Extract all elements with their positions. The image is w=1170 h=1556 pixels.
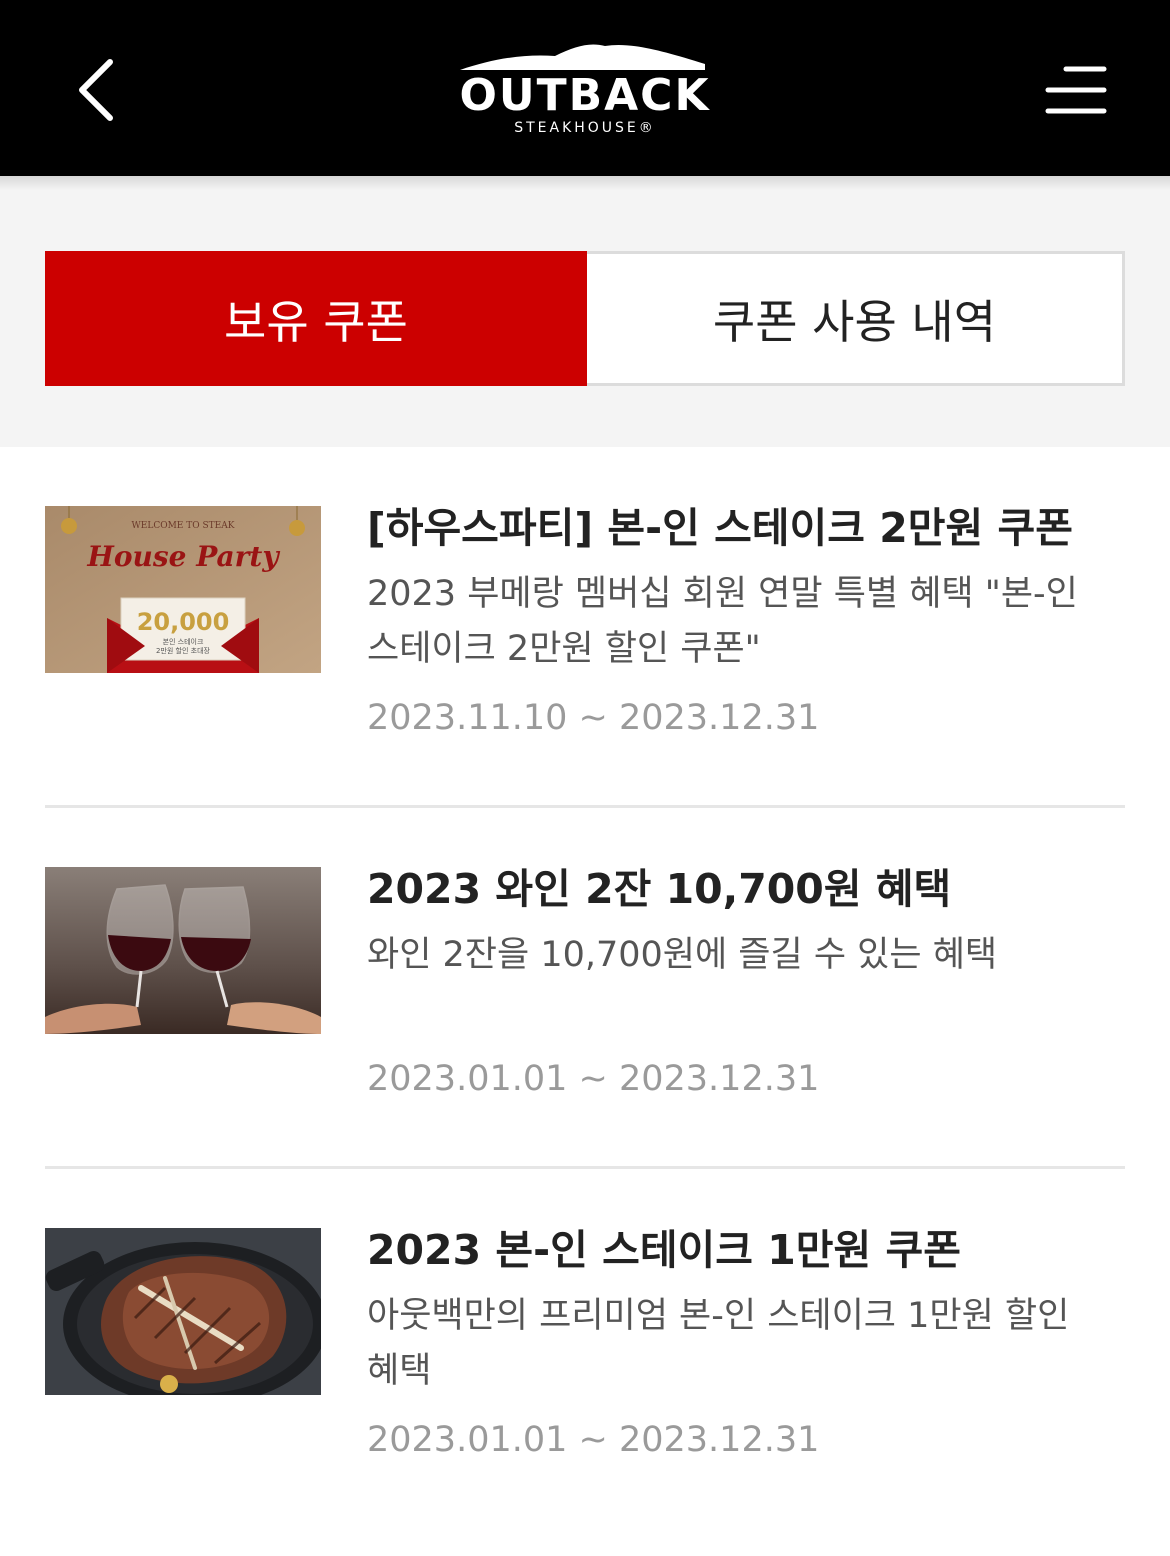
menu-button[interactable]	[1040, 60, 1110, 120]
coupon-item[interactable]: 2023 와인 2잔 10,700원 혜택 와인 2잔을 10,700원에 즐길…	[45, 808, 1125, 1169]
header-divider	[0, 176, 1170, 190]
coupon-thumbnail-bone-in-steak	[45, 1228, 321, 1395]
svg-text:2만원 할인 초대장: 2만원 할인 초대장	[156, 646, 211, 655]
coupon-period: 2023.01.01 ~ 2023.12.31	[367, 1420, 820, 1460]
chevron-left-icon	[79, 59, 113, 121]
logo-wordmark: OUTBACK	[459, 70, 711, 121]
svg-text:House Party: House Party	[86, 540, 280, 573]
ornament-icon	[61, 518, 77, 534]
back-button[interactable]	[62, 50, 132, 130]
app-header: OUTBACK STEAKHOUSE®	[0, 0, 1170, 176]
coupon-description: 와인 2잔을 10,700원에 즐길 수 있는 혜택	[367, 935, 998, 975]
svg-text:20,000: 20,000	[137, 608, 230, 636]
tab-coupon-history[interactable]: 쿠폰 사용 내역	[587, 251, 1125, 386]
tab-owned-coupons[interactable]: 보유 쿠폰	[45, 251, 587, 386]
coupon-title: 2023 와인 2잔 10,700원 혜택	[367, 865, 952, 913]
coupon-description: 아웃백만의 프리미엄 본-인 스테이크 1만원 할인 혜택	[367, 1296, 1070, 1391]
hamburger-menu-icon	[1045, 66, 1107, 114]
ornament-icon	[289, 520, 305, 536]
logo-subtitle: STEAKHOUSE®	[514, 120, 656, 136]
coupon-thumbnail-house-party: WELCOME TO STEAK House Party 20,000 본인 스…	[45, 506, 321, 673]
coupon-item[interactable]: WELCOME TO STEAK House Party 20,000 본인 스…	[45, 447, 1125, 808]
coupon-item[interactable]: 2023 본-인 스테이크 1만원 쿠폰 아웃백만의 프리미엄 본-인 스테이크…	[45, 1169, 1125, 1530]
coupon-title: [하우스파티] 본-인 스테이크 2만원 쿠폰	[367, 504, 1073, 552]
coupon-period: 2023.01.01 ~ 2023.12.31	[367, 1059, 820, 1099]
svg-text:본인 스테이크: 본인 스테이크	[163, 637, 204, 646]
coupon-description: 2023 부메랑 멤버십 회원 연말 특별 혜택 "본-인 스테이크 2만원 할…	[367, 574, 1078, 669]
coupon-thumbnail-wine-toast	[45, 867, 321, 1034]
outback-logo[interactable]: OUTBACK STEAKHOUSE®	[455, 40, 715, 140]
coupon-period: 2023.11.10 ~ 2023.12.31	[367, 698, 820, 738]
coupon-title: 2023 본-인 스테이크 1만원 쿠폰	[367, 1226, 961, 1274]
tab-bar: 보유 쿠폰 쿠폰 사용 내역	[0, 190, 1170, 447]
svg-text:WELCOME TO STEAK: WELCOME TO STEAK	[132, 521, 235, 531]
